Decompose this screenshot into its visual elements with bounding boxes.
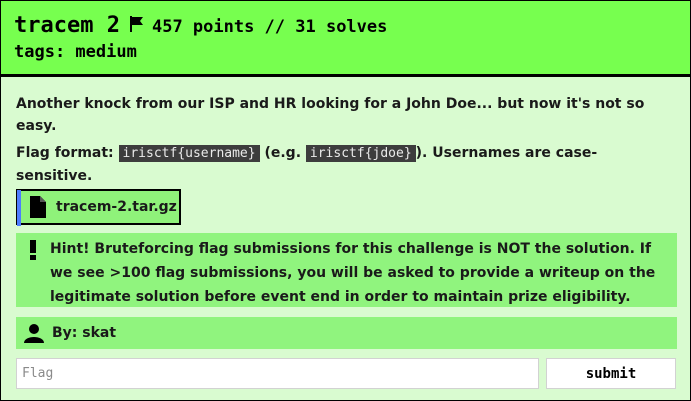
user-icon (24, 324, 44, 343)
flag-example-code: irisctf{jdoe} (305, 145, 416, 162)
attachment-filename: tracem-2.tar.gz (56, 199, 177, 215)
challenge-header: tracem 2 457 points // 31 solves tags: m… (1, 1, 690, 77)
hint-panel: Hint! Bruteforcing flag submissions for … (16, 233, 677, 307)
flag-format-prefix: Flag format: (16, 145, 119, 161)
hint-text: Hint! Bruteforcing flag submissions for … (50, 241, 656, 305)
flag-format-middle: (e.g. (259, 145, 306, 161)
title-line: tracem 2 457 points // 31 solves (14, 13, 387, 38)
document-icon (30, 196, 46, 218)
submit-button[interactable]: submit (546, 358, 676, 389)
points-solves: 457 points // 31 solves (151, 17, 388, 37)
tags-line: tags: medium (14, 42, 137, 62)
challenge-title: tracem 2 (14, 13, 120, 38)
flag-icon (129, 16, 143, 32)
exclamation-icon (30, 240, 36, 260)
author-text: By: skat (52, 325, 117, 341)
challenge-card: tracem 2 457 points // 31 solves tags: m… (0, 0, 691, 401)
flag-input[interactable] (16, 358, 539, 389)
flag-format-code: irisctf{username} (118, 145, 260, 162)
author-panel: By: skat (16, 317, 677, 349)
flag-format-text: Flag format: irisctf{username} (e.g. iri… (16, 142, 656, 188)
challenge-description: Another knock from our ISP and HR lookin… (16, 96, 645, 134)
attachment-download[interactable]: tracem-2.tar.gz (16, 189, 181, 226)
